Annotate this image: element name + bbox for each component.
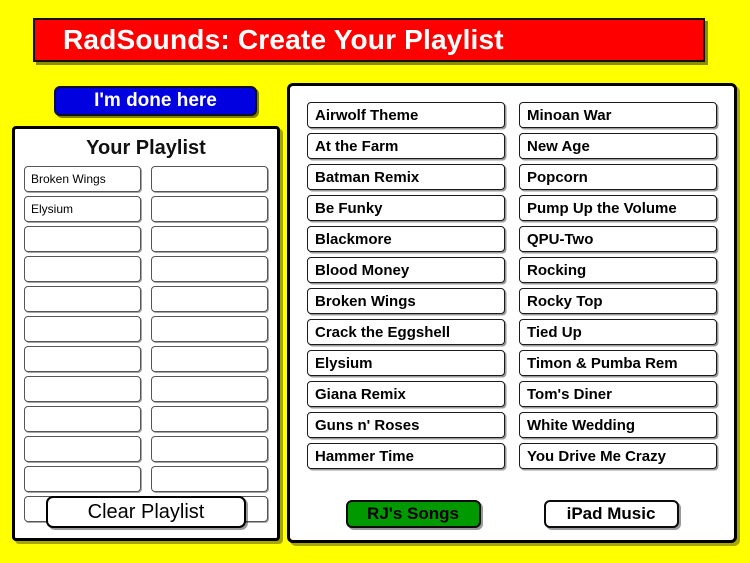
song-button[interactable]: Tom's Diner <box>519 381 717 407</box>
source-selector-row: RJ's Songs iPad Music <box>290 500 734 528</box>
song-button[interactable]: You Drive Me Crazy <box>519 443 717 469</box>
playlist-slot[interactable] <box>151 436 268 462</box>
done-button[interactable]: I'm done here <box>54 86 257 116</box>
playlist-slot[interactable] <box>24 436 141 462</box>
playlist-slot[interactable] <box>151 166 268 192</box>
song-button[interactable]: Timon & Pumba Rem <box>519 350 717 376</box>
playlist-slot[interactable] <box>24 316 141 342</box>
rj-songs-label: RJ's Songs <box>367 504 459 523</box>
song-button[interactable]: Popcorn <box>519 164 717 190</box>
song-button[interactable]: Tied Up <box>519 319 717 345</box>
song-button[interactable]: Blood Money <box>307 257 505 283</box>
song-button[interactable]: Guns n' Roses <box>307 412 505 438</box>
playlist-slot[interactable] <box>151 256 268 282</box>
song-button[interactable]: Blackmore <box>307 226 505 252</box>
playlist-slot[interactable] <box>24 256 141 282</box>
app-title-banner: RadSounds: Create Your Playlist <box>33 18 705 62</box>
song-button[interactable]: Pump Up the Volume <box>519 195 717 221</box>
playlist-panel: Your Playlist Broken Wings Elysium Clear … <box>12 126 280 541</box>
page-title: RadSounds: Create Your Playlist <box>63 24 504 55</box>
song-button[interactable]: Hammer Time <box>307 443 505 469</box>
song-button[interactable]: New Age <box>519 133 717 159</box>
song-button[interactable]: Rocky Top <box>519 288 717 314</box>
playlist-slot[interactable] <box>151 346 268 372</box>
song-button-grid: Airwolf Theme Minoan War At the Farm New Ag… <box>290 86 734 469</box>
song-button[interactable]: Minoan War <box>519 102 717 128</box>
clear-playlist-label: Clear Playlist <box>87 500 205 523</box>
playlist-slot[interactable]: Elysium <box>24 196 141 222</box>
song-button[interactable]: Elysium <box>307 350 505 376</box>
playlist-slot[interactable] <box>151 376 268 402</box>
song-button[interactable]: Broken Wings <box>307 288 505 314</box>
song-button[interactable]: Airwolf Theme <box>307 102 505 128</box>
done-button-label: I'm done here <box>94 90 217 111</box>
ipad-music-label: iPad Music <box>566 504 656 523</box>
rj-songs-button[interactable]: RJ's Songs <box>345 500 481 528</box>
song-button[interactable]: Giana Remix <box>307 381 505 407</box>
playlist-slot[interactable] <box>24 286 141 312</box>
playlist-slot[interactable] <box>24 466 141 492</box>
playlist-slot[interactable] <box>151 196 268 222</box>
playlist-slot[interactable] <box>151 406 268 432</box>
song-button[interactable]: Be Funky <box>307 195 505 221</box>
song-button[interactable]: White Wedding <box>519 412 717 438</box>
clear-playlist-button[interactable]: Clear Playlist <box>46 496 246 528</box>
playlist-slot[interactable] <box>151 316 268 342</box>
song-button[interactable]: Crack the Eggshell <box>307 319 505 345</box>
song-library-panel: Airwolf Theme Minoan War At the Farm New Ag… <box>287 83 737 543</box>
playlist-heading: Your Playlist <box>86 137 206 159</box>
playlist-slot[interactable] <box>24 346 141 372</box>
song-button[interactable]: QPU-Two <box>519 226 717 252</box>
playlist-slot[interactable] <box>151 286 268 312</box>
playlist-slot[interactable] <box>24 406 141 432</box>
playlist-slot-grid: Broken Wings Elysium <box>15 166 277 522</box>
song-button[interactable]: Rocking <box>519 257 717 283</box>
playlist-slot[interactable] <box>24 226 141 252</box>
playlist-slot[interactable]: Broken Wings <box>24 166 141 192</box>
song-button[interactable]: Batman Remix <box>307 164 505 190</box>
playlist-slot[interactable] <box>24 376 141 402</box>
ipad-music-button[interactable]: iPad Music <box>543 500 679 528</box>
playlist-slot[interactable] <box>151 466 268 492</box>
song-button[interactable]: At the Farm <box>307 133 505 159</box>
playlist-slot[interactable] <box>151 226 268 252</box>
